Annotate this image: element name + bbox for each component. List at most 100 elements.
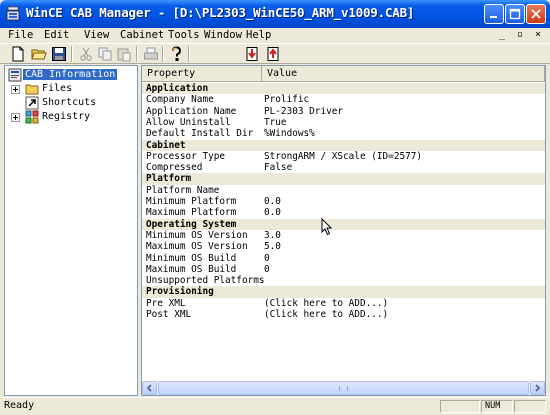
scroll-left-button[interactable] [142, 381, 157, 395]
property-value[interactable]: 5.0 [264, 241, 281, 252]
tree-label: Shortcuts [42, 97, 97, 108]
property-row[interactable]: Company Name Prolific [142, 94, 545, 105]
property-value[interactable]: False [264, 162, 292, 173]
menu-edit[interactable]: Edit [44, 29, 69, 41]
property-value[interactable]: 0 [264, 253, 270, 264]
property-name: Maximum Platform [146, 207, 237, 219]
status-text: Ready [4, 400, 35, 411]
property-value[interactable]: PL-2303 Driver [264, 106, 343, 117]
new-icon[interactable] [10, 46, 26, 62]
scroll-thumb[interactable] [158, 381, 529, 395]
property-name: Processor Type [146, 150, 226, 162]
tree-item-files[interactable]: Files [5, 82, 135, 96]
property-value[interactable]: 0.0 [264, 196, 281, 207]
status-panel-num: NUM [481, 400, 513, 413]
section-header-row: Application [142, 83, 545, 95]
mouse-cursor-icon [321, 217, 333, 239]
property-row[interactable]: Default Install Dir %Windows% [142, 128, 545, 139]
tree-item-cab-information[interactable]: CAB Information [5, 68, 135, 82]
save-icon[interactable] [51, 46, 67, 62]
property-value[interactable]: True [264, 117, 287, 128]
column-header-property[interactable]: Property [142, 66, 262, 82]
section-label: Application [146, 83, 209, 94]
property-name: Post XML [146, 309, 192, 320]
property-row[interactable]: Maximum OS Version 5.0 [142, 241, 545, 252]
section-header-row: Operating System [142, 218, 545, 230]
section-label: Cabinet [146, 139, 186, 151]
tree-label: CAB Information [21, 68, 119, 81]
mdi-minimize-button[interactable]: _ [499, 29, 505, 40]
property-row[interactable]: Allow Uninstall True [142, 117, 545, 128]
property-row[interactable]: Minimum OS Build 0 [142, 253, 545, 264]
menu-bar: File Edit View Cabinet Tools Window Help… [0, 28, 550, 43]
expand-toggle[interactable] [11, 85, 20, 94]
property-value[interactable]: 0 [264, 264, 270, 275]
property-row[interactable]: Minimum Platform 0.0 [142, 196, 545, 207]
property-row[interactable]: Maximum Platform 0.0 [142, 207, 545, 218]
property-row[interactable]: Processor Type StrongARM / XScale (ID=257… [142, 151, 545, 162]
minimize-button[interactable] [484, 4, 504, 24]
property-name: Maximum OS Build [146, 263, 237, 275]
property-row[interactable]: Compressed False [142, 162, 545, 173]
scroll-right-button[interactable] [530, 381, 545, 395]
status-panel-scroll [514, 400, 546, 413]
tree-pane[interactable]: CAB Information Files Shortcuts Registry [4, 65, 138, 396]
property-row[interactable]: Post XML (Click here to ADD...) [142, 309, 545, 320]
export-icon[interactable] [265, 46, 281, 62]
property-row[interactable]: Minimum OS Version 3.0 [142, 230, 545, 241]
property-value[interactable]: 0.0 [264, 207, 281, 218]
registry-icon [25, 110, 39, 124]
cut-icon[interactable] [78, 46, 94, 62]
property-name: Default Install Dir [146, 128, 254, 140]
property-name: Minimum OS Build [146, 252, 237, 264]
property-row[interactable]: Application Name PL-2303 Driver [142, 106, 545, 117]
property-name: Company Name [146, 94, 214, 106]
property-value[interactable]: (Click here to ADD...) [264, 298, 388, 309]
column-header-value[interactable]: Value [262, 66, 545, 82]
section-label: Operating System [146, 218, 237, 230]
help-icon[interactable] [168, 46, 184, 62]
properties-list[interactable]: Property Value Application Company Name Pr… [141, 65, 546, 396]
property-name: Platform Name [146, 184, 220, 196]
property-row[interactable]: Platform Name [142, 185, 545, 196]
title-bar[interactable]: WinCE CAB Manager - [D:\PL2303_WinCE50_A… [0, 0, 550, 28]
menu-tools[interactable]: Tools [168, 29, 200, 41]
property-value[interactable]: (Click here to ADD...) [264, 309, 388, 320]
maximize-button[interactable] [505, 4, 525, 24]
tree-item-registry[interactable]: Registry [5, 110, 135, 124]
close-button[interactable] [526, 4, 546, 24]
expand-toggle[interactable] [11, 113, 20, 122]
menu-cabinet[interactable]: Cabinet [120, 29, 164, 41]
open-icon[interactable] [31, 46, 47, 62]
tree-label: Registry [42, 111, 91, 122]
property-row[interactable]: Maximum OS Build 0 [142, 264, 545, 275]
property-row[interactable]: Pre XML (Click here to ADD...) [142, 298, 545, 309]
horizontal-scrollbar[interactable] [142, 381, 545, 395]
menu-window[interactable]: Window [204, 29, 242, 41]
menu-file[interactable]: File [8, 29, 33, 41]
property-value[interactable]: StrongARM / XScale (ID=2577) [264, 151, 422, 162]
section-label: Provisioning [146, 286, 214, 298]
menu-view[interactable]: View [84, 29, 109, 41]
property-name: Minimum Platform [146, 196, 237, 207]
tree-item-shortcuts[interactable]: Shortcuts [5, 96, 135, 110]
property-name: Allow Uninstall [146, 116, 231, 128]
property-name: Unsupported Platforms [146, 275, 265, 287]
app-icon[interactable] [5, 6, 21, 22]
status-bar: Ready NUM [0, 397, 550, 415]
mdi-restore-button[interactable]: ▫ [517, 29, 523, 40]
import-icon[interactable] [244, 46, 260, 62]
paste-icon[interactable] [116, 46, 132, 62]
menu-help[interactable]: Help [246, 29, 271, 41]
copy-icon[interactable] [97, 46, 113, 62]
scroll-grip [339, 386, 348, 391]
property-row[interactable]: Unsupported Platforms [142, 275, 545, 286]
property-value[interactable]: Prolific [264, 94, 309, 105]
mdi-close-button[interactable]: × [535, 29, 541, 40]
property-value[interactable]: %Windows% [264, 128, 315, 139]
toolbar-separator [71, 46, 73, 62]
property-name: Pre XML [146, 297, 186, 309]
print-icon[interactable] [143, 46, 159, 62]
property-value[interactable]: 3.0 [264, 230, 281, 241]
toolbar-separator [188, 46, 190, 62]
